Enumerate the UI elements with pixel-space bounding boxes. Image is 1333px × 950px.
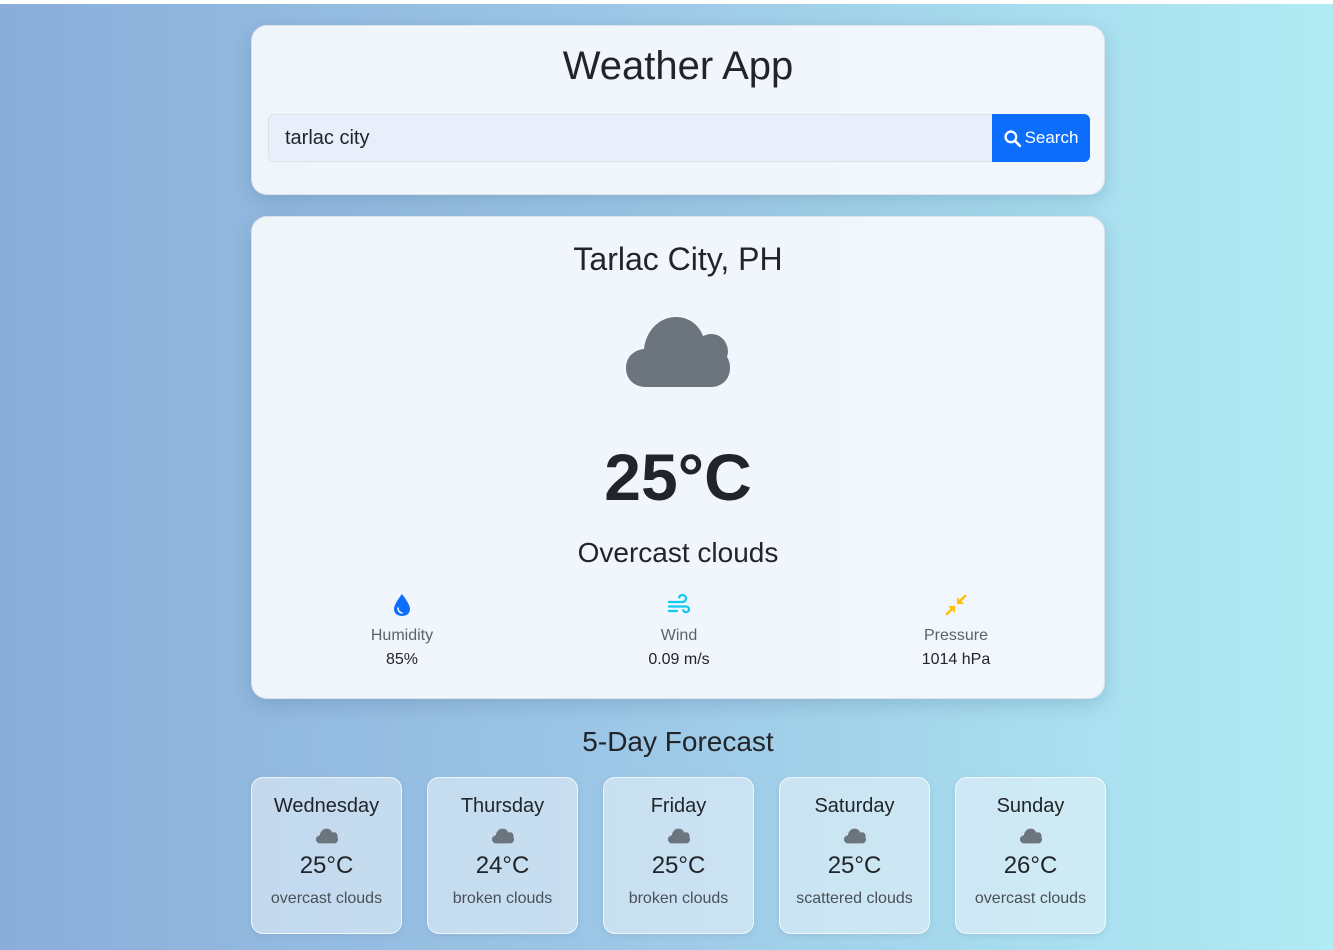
wind-icon	[668, 593, 690, 614]
cloud-icon	[626, 317, 730, 387]
forecast-desc: broken clouds	[452, 890, 553, 907]
current-temperature: 25°C	[604, 440, 752, 514]
city-search-input[interactable]	[268, 114, 992, 162]
forecast-desc: overcast clouds	[270, 890, 383, 907]
forecast-card: Thursday 24°C broken clouds	[427, 777, 578, 934]
humidity-detail: Humidity 85%	[302, 593, 502, 669]
forecast-temp: 25°C	[651, 852, 706, 879]
pressure-label: Pressure	[923, 627, 989, 644]
forecast-day: Thursday	[460, 795, 545, 817]
droplet-icon	[394, 594, 410, 616]
forecast-card: Saturday 25°C scattered clouds	[779, 777, 930, 934]
current-weather-card: Tarlac City, PH 25°C Overcast clouds Hum…	[251, 216, 1105, 699]
search-icon	[1003, 129, 1021, 147]
forecast-temp: 24°C	[475, 852, 530, 879]
cloud-icon	[667, 828, 690, 844]
cloud-icon	[491, 828, 514, 844]
forecast-card: Sunday 26°C overcast clouds	[955, 777, 1106, 934]
forecast-desc: scattered clouds	[796, 890, 913, 907]
search-card: Weather App Search	[251, 25, 1105, 195]
search-button[interactable]: Search	[992, 114, 1090, 162]
humidity-label: Humidity	[370, 627, 434, 644]
search-button-label: Search	[1024, 128, 1079, 147]
pressure-value: 1014 hPa	[921, 651, 991, 668]
weather-description: Overcast clouds	[577, 537, 779, 568]
pressure-detail: Pressure 1014 hPa	[856, 593, 1056, 669]
forecast-day: Sunday	[996, 795, 1065, 817]
forecast-card: Wednesday 25°C overcast clouds	[251, 777, 402, 934]
location-name: Tarlac City, PH	[573, 241, 783, 277]
forecast-day: Saturday	[814, 795, 895, 817]
forecast-day: Wednesday	[273, 795, 380, 817]
forecast-card: Friday 25°C broken clouds	[603, 777, 754, 934]
page-top-border	[0, 0, 1333, 4]
compress-arrows-icon	[945, 594, 967, 616]
forecast-temp: 25°C	[299, 852, 354, 879]
forecast-desc: overcast clouds	[974, 890, 1087, 907]
forecast-day: Friday	[650, 795, 707, 817]
cloud-icon	[315, 828, 338, 844]
forecast-desc: broken clouds	[628, 890, 729, 907]
cloud-icon	[1019, 828, 1042, 844]
forecast-temp: 26°C	[1003, 852, 1058, 879]
forecast-title: 5-Day Forecast	[582, 726, 774, 757]
search-form: Search	[268, 114, 1090, 162]
wind-label: Wind	[660, 627, 698, 644]
humidity-value: 85%	[385, 651, 419, 668]
wind-detail: Wind 0.09 m/s	[579, 593, 779, 669]
forecast-temp: 25°C	[827, 852, 882, 879]
cloud-icon	[843, 828, 866, 844]
app-title: Weather App	[562, 44, 794, 88]
wind-value: 0.09 m/s	[648, 651, 710, 668]
